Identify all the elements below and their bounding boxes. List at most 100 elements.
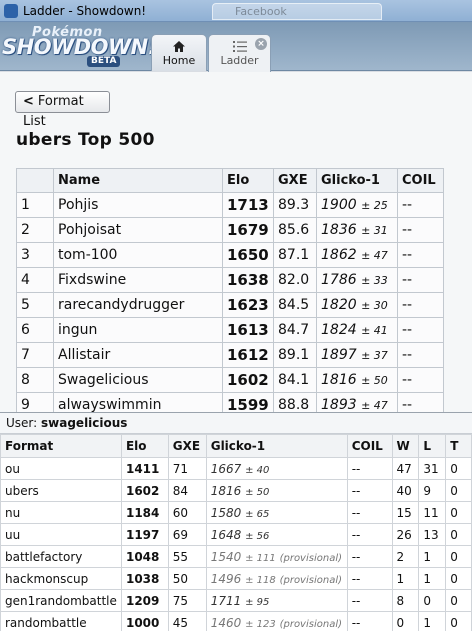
logo-beta-badge: BETA [87, 56, 121, 67]
column-header-glicko: Glicko-1 [205, 434, 348, 458]
ties-cell: 0 [445, 545, 472, 568]
column-header-gxe[interactable]: GXE [273, 168, 317, 193]
home-icon [173, 41, 185, 52]
glicko-value: 1897 [321, 347, 357, 363]
table-row: randombattle 1000 45 1460 ± 123 (provisiona… [0, 611, 472, 631]
format-cell: ou [0, 457, 122, 480]
glicko-value: 1816 [321, 372, 357, 388]
glicko-deviation: ± 50 [361, 374, 388, 387]
glicko-cell: 1667 ± 40 [205, 457, 348, 480]
glicko-value: 1580 [210, 505, 242, 520]
glicko-deviation: ± 41 [361, 324, 388, 337]
tab-ladder[interactable]: Ladder × [208, 34, 271, 72]
coil-cell: -- [346, 567, 393, 590]
column-header-coil[interactable]: COIL [397, 168, 444, 193]
glicko-value: 1786 [321, 272, 357, 288]
coil-cell: -- [397, 367, 444, 393]
glicko-cell: 1648 ± 56 [205, 523, 348, 546]
ties-cell: 0 [445, 567, 472, 590]
format-cell: nu [0, 501, 122, 524]
elo-cell: 1000 [120, 611, 169, 631]
rank-cell: 5 [16, 292, 54, 318]
glicko-deviation: ± 37 [361, 349, 388, 362]
glicko-cell: 1540 ± 111 (provisional) [205, 545, 348, 568]
rank-cell: 3 [16, 242, 54, 268]
glicko-cell: 1816 ± 50 [316, 367, 398, 393]
showdown-logo[interactable]: Pokémon SHOWDOWN! BETA [2, 25, 157, 67]
browser-tab-faded[interactable]: Facebook [212, 3, 382, 20]
gxe-cell: 60 [167, 501, 207, 524]
player-name-link[interactable]: Fixdswine [53, 267, 223, 293]
glicko-deviation: ± 31 [361, 224, 388, 237]
username[interactable]: swagelicious [41, 416, 127, 430]
table-row: ubers 1602 84 1816 ± 50 -- 40 9 0 [0, 479, 472, 502]
site-header: Pokémon SHOWDOWN! BETA Home Ladder × [0, 22, 472, 72]
elo-cell: 1679 [222, 217, 274, 243]
close-icon[interactable]: × [255, 38, 267, 50]
glicko-deviation: ± 40 [245, 464, 270, 476]
column-header-elo[interactable]: Elo [222, 168, 274, 193]
glicko-deviation: ± 56 [245, 530, 270, 542]
gxe-cell: 84.5 [273, 292, 317, 318]
window-titlebar: Ladder - Showdown! Facebook [0, 0, 472, 22]
elo-cell: 1613 [222, 317, 274, 343]
table-row: 2 Pohjoisat 1679 85.6 1836 ± 31 -- [16, 217, 444, 243]
ladder-panel: < Format List ubers Top 500 Name Elo GXE … [0, 72, 472, 418]
player-name-link[interactable]: Pohjoisat [53, 217, 223, 243]
provisional-note: (provisional) [279, 552, 343, 564]
coil-cell: -- [346, 479, 393, 502]
elo-cell: 1602 [222, 367, 274, 393]
player-name-link[interactable]: Swagelicious [53, 367, 223, 393]
table-row: 5 rarecandydrugger 1623 84.5 1820 ± 30 -- [16, 292, 444, 318]
rank-cell: 1 [16, 192, 54, 218]
coil-cell: -- [346, 611, 393, 631]
glicko-value: 1820 [321, 297, 357, 313]
gxe-cell: 69 [167, 523, 207, 546]
elo-cell: 1209 [120, 589, 169, 612]
player-name-link[interactable]: Allistair [53, 342, 223, 368]
rank-cell: 4 [16, 267, 54, 293]
losses-cell: 13 [418, 523, 447, 546]
table-row: nu 1184 60 1580 ± 65 -- 15 11 0 [0, 501, 472, 524]
column-header-glicko[interactable]: Glicko-1 [316, 168, 398, 193]
rank-cell: 8 [16, 367, 54, 393]
glicko-value: 1862 [321, 247, 357, 263]
glicko-deviation: ± 111 [245, 552, 276, 564]
losses-cell: 9 [418, 479, 447, 502]
rank-cell: 7 [16, 342, 54, 368]
tab-home[interactable]: Home [151, 34, 207, 71]
gxe-cell: 50 [167, 567, 207, 590]
ties-cell: 0 [445, 589, 472, 612]
glicko-value: 1540 [210, 549, 242, 564]
format-list-button[interactable]: < Format List [15, 91, 110, 129]
coil-cell: -- [397, 342, 444, 368]
provisional-note: (provisional) [279, 618, 343, 630]
gxe-cell: 71 [167, 457, 207, 480]
glicko-deviation: ± 33 [361, 274, 388, 287]
glicko-deviation: ± 95 [245, 596, 270, 608]
elo-cell: 1038 [120, 567, 169, 590]
player-name-link[interactable]: tom-100 [53, 242, 223, 268]
gxe-cell: 89.3 [273, 192, 317, 218]
user-stats-popup: User: swagelicious Format Elo GXE Glicko… [0, 412, 472, 631]
glicko-value: 1460 [210, 615, 242, 630]
table-row: hackmonscup 1038 50 1496 ± 118 (provisional… [0, 567, 472, 590]
table-row: battlefactory 1048 55 1540 ± 111 (provision… [0, 545, 472, 568]
column-header-ties: T [445, 434, 472, 458]
wins-cell: 47 [391, 457, 420, 480]
table-row: uu 1197 69 1648 ± 56 -- 26 13 0 [0, 523, 472, 546]
player-name-link[interactable]: Pohjis [53, 192, 223, 218]
player-name-link[interactable]: rarecandydrugger [53, 292, 223, 318]
elo-cell: 1713 [222, 192, 274, 218]
gxe-cell: 87.1 [273, 242, 317, 268]
player-name-link[interactable]: ingun [53, 317, 223, 343]
coil-cell: -- [397, 267, 444, 293]
column-header-rank [16, 168, 54, 193]
losses-cell: 31 [418, 457, 447, 480]
glicko-deviation: ± 65 [245, 508, 270, 520]
glicko-cell: 1816 ± 50 [205, 479, 348, 502]
glicko-deviation: ± 30 [361, 299, 388, 312]
glicko-cell: 1862 ± 47 [316, 242, 398, 268]
format-cell: battlefactory [0, 545, 122, 568]
column-header-name[interactable]: Name [53, 168, 223, 193]
